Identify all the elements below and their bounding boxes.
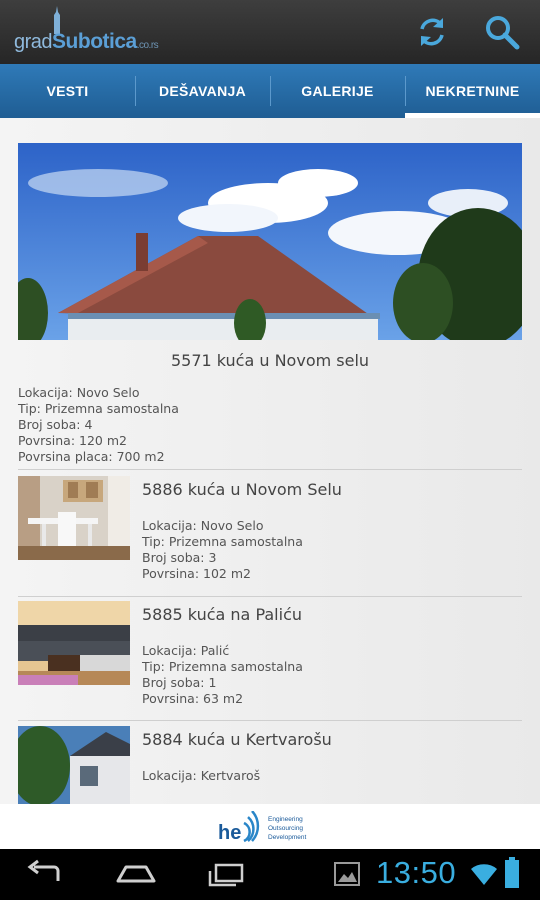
tab-nekretnine[interactable]: NEKRETNINE bbox=[405, 64, 540, 118]
detail-area: Povrsina: 120 m2 bbox=[18, 433, 127, 448]
listing-item[interactable]: 5884 kuća u Kertvarošu Lokacija: Kertvar… bbox=[18, 720, 522, 804]
tab-vesti[interactable]: VESTI bbox=[0, 64, 135, 118]
listing-thumbnail[interactable] bbox=[18, 726, 130, 804]
detail-location: Lokacija: Kertvaroš bbox=[142, 768, 261, 783]
detail-location: Lokacija: Novo Selo bbox=[18, 385, 140, 400]
home-icon[interactable] bbox=[114, 859, 158, 889]
battery-icon bbox=[505, 857, 519, 888]
listing-thumbnail[interactable] bbox=[18, 601, 130, 685]
app-logo[interactable]: gradSubotica.co.rs bbox=[14, 30, 159, 54]
svg-text:he: he bbox=[218, 822, 241, 843]
recent-apps-icon[interactable] bbox=[206, 859, 246, 889]
listing-details: Lokacija: Kertvaroš bbox=[142, 768, 260, 784]
search-icon[interactable] bbox=[484, 14, 520, 50]
detail-location: Lokacija: Palić bbox=[142, 643, 230, 658]
refresh-icon[interactable] bbox=[414, 14, 450, 50]
tab-bar: VESTI DEŠAVANJA GALERIJE NEKRETNINE bbox=[0, 64, 540, 118]
ad-banner[interactable]: he Engineering Outsourcing Development bbox=[0, 804, 540, 849]
detail-location: Lokacija: Novo Selo bbox=[142, 518, 264, 533]
tab-galerije[interactable]: GALERIJE bbox=[270, 64, 405, 118]
detail-plot-area: Povrsina placa: 700 m2 bbox=[18, 449, 165, 464]
listing-details: Lokacija: Palić Tip: Prizemna samostalna… bbox=[142, 643, 303, 707]
status-clock: 13:50 bbox=[376, 855, 457, 890]
listing-title[interactable]: 5884 kuća u Kertvarošu bbox=[142, 730, 332, 749]
ad-line-engineering: Engineering bbox=[268, 816, 303, 823]
action-bar: gradSubotica.co.rs bbox=[0, 0, 540, 64]
detail-rooms: Broj soba: 1 bbox=[142, 675, 217, 690]
system-nav-bar: 13:50 bbox=[0, 849, 540, 900]
tab-desavanja[interactable]: DEŠAVANJA bbox=[135, 64, 270, 118]
detail-area: Povrsina: 63 m2 bbox=[142, 691, 244, 706]
listing-content[interactable]: 5571 kuća u Novom selu Lokacija: Novo Se… bbox=[0, 118, 540, 804]
wifi-icon bbox=[471, 864, 497, 885]
listing-details: Lokacija: Novo Selo Tip: Prizemna samost… bbox=[142, 518, 303, 582]
ad-line-outsourcing: Outsourcing bbox=[268, 825, 303, 832]
back-icon[interactable] bbox=[24, 859, 64, 889]
detail-rooms: Broj soba: 4 bbox=[18, 417, 93, 432]
listing-item[interactable]: 5885 kuća na Paliću Lokacija: Palić Tip:… bbox=[18, 595, 522, 707]
featured-listing-photo[interactable] bbox=[18, 143, 522, 340]
listing-item[interactable]: 5886 kuća u Novom Selu Lokacija: Novo Se… bbox=[18, 470, 522, 582]
he-brand-logo[interactable]: he Engineering Outsourcing Development bbox=[218, 811, 328, 843]
featured-listing-title[interactable]: 5571 kuća u Novom selu bbox=[18, 351, 522, 370]
detail-type: Tip: Prizemna samostalna bbox=[142, 659, 303, 674]
detail-type: Tip: Prizemna samostalna bbox=[142, 534, 303, 549]
listing-thumbnail[interactable] bbox=[18, 476, 130, 560]
detail-rooms: Broj soba: 3 bbox=[142, 550, 217, 565]
ad-line-development: Development bbox=[268, 834, 306, 841]
listing-title[interactable]: 5886 kuća u Novom Selu bbox=[142, 480, 342, 499]
gallery-notification-icon bbox=[334, 862, 360, 886]
detail-area: Povrsina: 102 m2 bbox=[142, 566, 251, 581]
featured-listing-details: Lokacija: Novo Selo Tip: Prizemna samost… bbox=[18, 385, 179, 465]
listing-title[interactable]: 5885 kuća na Paliću bbox=[142, 605, 302, 624]
detail-type: Tip: Prizemna samostalna bbox=[18, 401, 179, 416]
